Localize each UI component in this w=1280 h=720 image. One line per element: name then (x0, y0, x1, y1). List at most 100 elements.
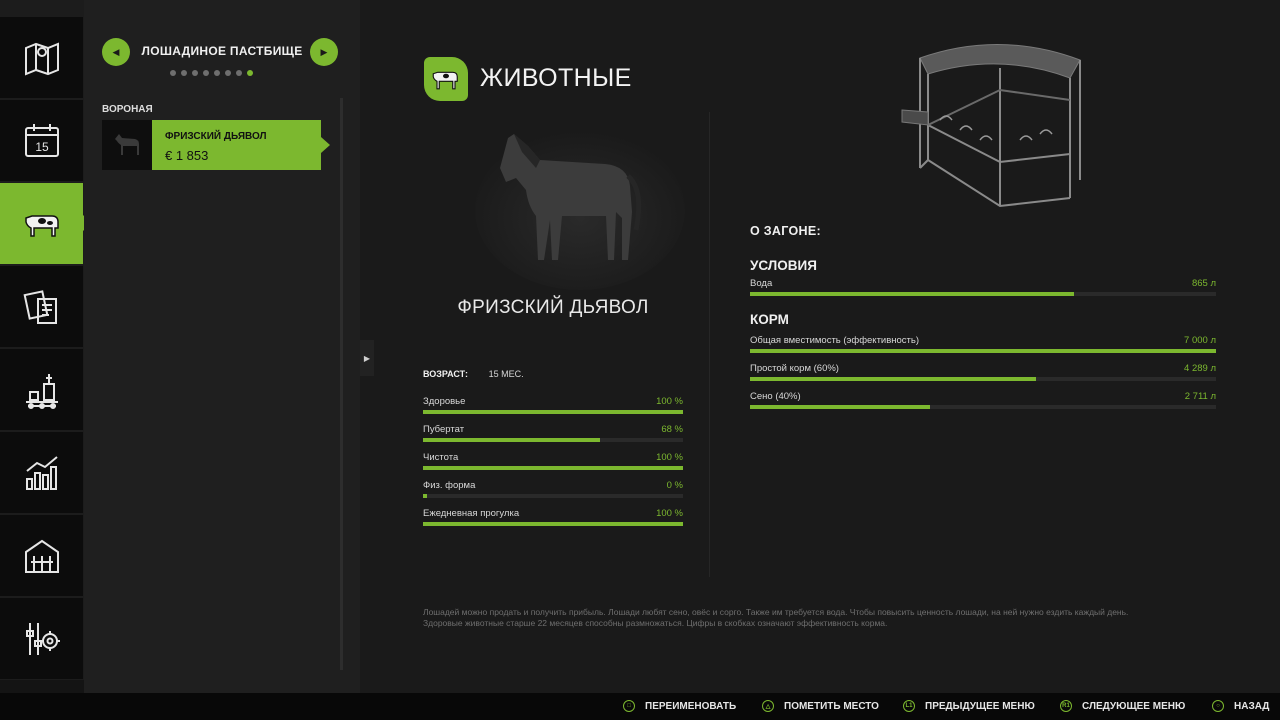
help-text: Лошадей можно продать и получить прибыль… (423, 607, 1129, 628)
triangle-button-icon: △ (762, 700, 774, 712)
pen-stat-label: Сено (40%) (750, 391, 801, 402)
rail-item-statistics[interactable] (0, 432, 83, 513)
stat-puberty: Пубертат 68 % (423, 424, 683, 450)
cow-icon (432, 71, 458, 90)
hint-label: ПОМЕТИТЬ МЕСТО (784, 700, 879, 712)
pen-info-title: О ЗАГОНЕ: (750, 224, 821, 238)
stat-label: Пубертат (423, 424, 465, 435)
pasture-page-indicator (170, 70, 253, 76)
svg-text:15: 15 (35, 140, 49, 154)
production-icon (25, 373, 58, 409)
l1-button-icon: L1 (903, 700, 915, 712)
pen-stat-value: 2 711 л (1184, 391, 1216, 402)
page-dot[interactable] (225, 70, 231, 76)
settings-icon (25, 622, 60, 655)
stat-label: Чистота (423, 452, 459, 463)
stat-bar-fill (423, 410, 683, 414)
list-scrollbar[interactable] (340, 98, 343, 670)
stat-bar (423, 438, 683, 442)
hint-label: НАЗАД (1234, 700, 1270, 712)
mark-location-hint[interactable]: △ ПОМЕТИТЬ МЕСТО (762, 700, 879, 712)
pen-feed-total-row: Общая вместимость (эффективность) 7 000 … (750, 335, 1216, 361)
rail-item-animals[interactable] (0, 183, 91, 264)
stat-bar (423, 494, 683, 498)
back-hint[interactable]: ○ НАЗАД (1212, 700, 1269, 712)
pen-stat-bar (750, 349, 1216, 353)
stat-label: Ежедневная прогулка (423, 508, 520, 519)
age-label: ВОЗРАСТ: (423, 369, 469, 379)
rename-hint[interactable]: □ ПЕРЕИМЕНОВАТЬ (623, 700, 736, 712)
page-dot[interactable] (247, 70, 253, 76)
pen-stat-label: Простой корм (60%) (750, 363, 839, 374)
calendar-icon: 15 (24, 123, 59, 157)
rail-item-calendar[interactable]: 15 (0, 100, 83, 181)
hint-label: ПРЕДЫДУЩЕЕ МЕНЮ (925, 700, 1035, 712)
animal-name: ФРИЗСКИЙ ДЬЯВОЛ (457, 297, 649, 318)
pen-stat-bar-fill (750, 349, 1216, 353)
collapse-panel-button[interactable]: ▶ (360, 340, 374, 376)
pen-stat-label: Общая вместимость (эффективность) (750, 335, 920, 346)
conditions-title: УСЛОВИЯ (750, 258, 817, 273)
stat-value: 100 % (656, 396, 683, 407)
pen-stat-bar (750, 292, 1216, 296)
previous-menu-hint[interactable]: L1 ПРЕДЫДУЩЕЕ МЕНЮ (903, 700, 1035, 712)
page-dot[interactable] (214, 70, 220, 76)
stat-bar-fill (423, 466, 683, 470)
animal-list-price: € 1 853 (165, 148, 209, 163)
page-dot[interactable] (236, 70, 242, 76)
group-label: ВОРОНАЯ (102, 104, 153, 115)
pen-water-row: Вода 865 л (750, 278, 1216, 304)
r1-button-icon: R1 (1060, 700, 1072, 712)
column-divider (709, 112, 710, 577)
stat-bar (423, 522, 683, 526)
stat-value: 100 % (656, 508, 683, 519)
animal-list-item[interactable]: ФРИЗСКИЙ ДЬЯВОЛ € 1 853 (102, 120, 330, 170)
page-dot[interactable] (181, 70, 187, 76)
age-row: ВОЗРАСТ: 15 МЕС. (423, 369, 524, 379)
rail-item-production[interactable] (0, 349, 83, 430)
rail-item-contracts[interactable] (0, 266, 83, 347)
stat-label: Физ. форма (423, 480, 476, 491)
cow-icon (24, 214, 59, 237)
pen-stat-value: 865 л (1191, 278, 1216, 289)
pen-stat-label: Вода (750, 278, 773, 289)
circle-button-icon: ○ (1212, 700, 1224, 712)
stat-value: 68 % (661, 424, 683, 435)
pen-feeder-image (901, 44, 1081, 208)
horse-image (475, 130, 685, 290)
stat-daily-riding: Ежедневная прогулка 100 % (423, 508, 683, 534)
barn-icon (24, 539, 59, 573)
next-menu-hint[interactable]: R1 СЛЕДУЮЩЕЕ МЕНЮ (1060, 700, 1185, 712)
square-button-icon: □ (623, 700, 635, 712)
selected-indicator (321, 137, 330, 153)
page-dot[interactable] (170, 70, 176, 76)
next-pasture-button[interactable]: ▶ (310, 38, 338, 66)
arrow-left-icon: ◀ (112, 46, 120, 57)
page-dot[interactable] (192, 70, 198, 76)
hint-label: ПЕРЕИМЕНОВАТЬ (645, 700, 737, 712)
rail-item-animal-pens[interactable] (0, 515, 83, 596)
stat-bar-fill (423, 522, 683, 526)
stat-bar-fill (423, 494, 427, 498)
arrow-right-icon: ▶ (363, 353, 371, 363)
arrow-right-icon: ▶ (320, 46, 328, 57)
stat-bar-fill (423, 438, 600, 442)
contracts-icon (23, 289, 57, 324)
page-dot[interactable] (203, 70, 209, 76)
stat-bar (423, 410, 683, 414)
pen-stat-bar (750, 405, 1216, 409)
age-value: 15 МЕС. (488, 369, 524, 379)
stat-fitness: Физ. форма 0 % (423, 480, 683, 506)
animal-details-panel: ▶ ЖИВОТНЫЕ ФРИЗСКИЙ ДЬЯВОЛ ВОЗРАСТ: 15 М… (360, 0, 1280, 693)
feed-title: КОРМ (750, 312, 789, 327)
rail-item-map[interactable] (0, 17, 83, 98)
pen-stat-bar-fill (750, 292, 1075, 296)
stat-value: 0 % (666, 480, 683, 491)
pen-stat-bar-fill (750, 405, 931, 409)
rail-item-settings[interactable] (0, 598, 83, 679)
section-title: ЖИВОТНЫЕ (480, 64, 632, 92)
pen-feed-basic-row: Простой корм (60%) 4 289 л (750, 363, 1216, 389)
stat-cleanliness: Чистота 100 % (423, 452, 683, 478)
stat-bar (423, 466, 683, 470)
stat-value: 100 % (656, 452, 683, 463)
